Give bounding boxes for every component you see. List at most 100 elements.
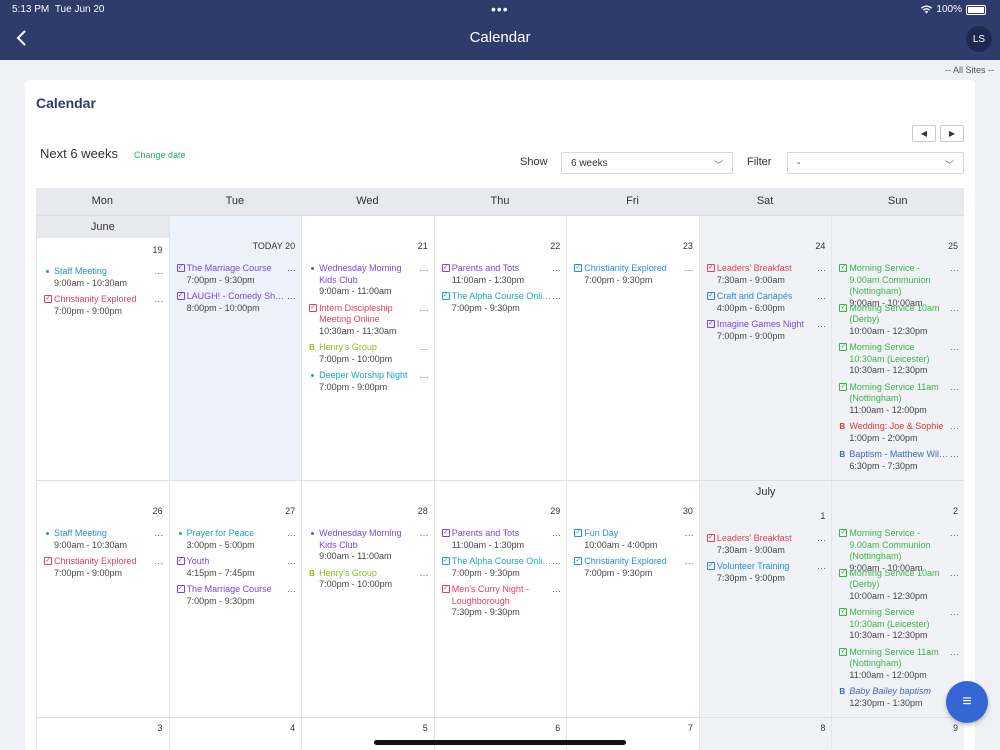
calendar-day[interactable]: June 19 Staff Meeting 9:00am - 10:30am... ✓ C… <box>36 216 169 480</box>
event-title[interactable]: Christianity Explored <box>574 263 694 275</box>
more-options-icon[interactable]: ... <box>950 449 959 461</box>
calendar-event[interactable]: Wednesday Morning Kids Club 9:00am - 11:0… <box>309 528 429 563</box>
event-title[interactable]: Morning Service 10am (Derby) <box>839 568 959 591</box>
calendar-day[interactable]: 3 <box>36 718 169 750</box>
calendar-event[interactable]: ✓ Christianity Explored 7:00pm - 9:00pm... <box>44 556 164 579</box>
event-title[interactable]: Morning Service - 9.00am Communion (Nott… <box>839 263 959 298</box>
event-title[interactable]: Deeper Worship Night <box>309 370 429 382</box>
calendar-event[interactable]: ✓ The Alpha Course Online... 7:00pm - 9:30… <box>441 556 562 579</box>
event-title[interactable]: Leaders' Breakfast <box>707 533 827 545</box>
next-button[interactable]: ▶ <box>940 125 964 142</box>
calendar-day[interactable]: 24 ✓ Leaders' Breakfast 7:30am - 9:00am... ✓… <box>698 216 832 480</box>
calendar-event[interactable]: ✓ Morning Service 11am (Nottingham) 11:00a… <box>839 382 959 417</box>
more-options-icon[interactable]: ... <box>950 568 959 580</box>
calendar-day[interactable]: 6 <box>433 718 567 750</box>
event-title[interactable]: Staff Meeting <box>44 266 164 278</box>
more-options-icon[interactable]: ... <box>685 528 694 540</box>
more-options-icon[interactable]: ... <box>287 584 296 596</box>
more-options-icon[interactable]: ... <box>950 421 959 433</box>
previous-button[interactable]: ◀ <box>912 125 936 142</box>
calendar-event[interactable]: ✓ Intern Discipleship Meeting Online 10:30… <box>309 303 429 338</box>
calendar-day[interactable]: 29 ✓ Parents and Tots 11:00am - 1:30pm... ✓ T… <box>433 481 567 717</box>
more-options-icon[interactable]: ... <box>552 263 561 275</box>
event-title[interactable]: Morning Service 10:30am (Leicester) <box>839 342 959 365</box>
event-title[interactable]: Christianity Explored <box>574 556 694 568</box>
more-options-icon[interactable]: ... <box>950 303 959 315</box>
event-title[interactable]: Morning Service - 9.00am Communion (Nott… <box>839 528 959 563</box>
event-title[interactable]: Imagine Games Night <box>707 319 827 331</box>
event-title[interactable]: LAUGH! - Comedy Show... <box>177 291 297 303</box>
calendar-event[interactable]: BBaby Bailey baptism12:30pm - 1:30pm... <box>839 686 959 709</box>
more-options-icon[interactable]: ... <box>950 342 959 354</box>
event-title[interactable]: Morning Service 11am (Nottingham) <box>839 382 959 405</box>
more-options-icon[interactable]: ... <box>950 528 959 540</box>
event-title[interactable]: Parents and Tots <box>442 528 562 540</box>
more-options-icon[interactable]: ... <box>817 291 826 303</box>
more-options-icon[interactable]: ... <box>817 263 826 275</box>
calendar-event[interactable]: B Henry's Group 7:00pm - 10:00pm... <box>309 568 429 591</box>
more-options-icon[interactable]: ... <box>950 607 959 619</box>
more-options-icon[interactable]: ... <box>817 533 826 545</box>
calendar-event[interactable]: ✓ Imagine Games Night 7:00pm - 9:00pm... <box>706 319 827 342</box>
calendar-day[interactable]: TODAY 20 ✓ The Marriage Course 7:00pm - 9:3… <box>168 216 302 480</box>
calendar-day[interactable]: 7 <box>566 718 699 750</box>
event-title[interactable]: Youth <box>177 556 297 568</box>
calendar-day[interactable]: 21 Wednesday Morning Kids Club 9:00am - 11… <box>301 216 434 480</box>
event-title[interactable]: Craft and Canapés <box>707 291 827 303</box>
back-chevron-icon[interactable] <box>12 28 32 48</box>
calendar-event[interactable]: ✓ Men's Curry Night - Loughborough 7:30pm … <box>441 584 562 619</box>
more-options-icon[interactable]: ... <box>685 263 694 275</box>
change-date-link[interactable]: Change date <box>134 150 186 160</box>
calendar-event[interactable]: ✓ Morning Service 11am (Nottingham) 11:00a… <box>839 647 959 682</box>
calendar-event[interactable]: Wednesday Morning Kids Club 9:00am - 11:0… <box>309 263 429 298</box>
event-title[interactable]: Staff Meeting <box>44 528 164 540</box>
home-indicator[interactable] <box>374 740 626 745</box>
event-title[interactable]: Volunteer Training <box>707 561 827 573</box>
more-options-icon[interactable]: ... <box>287 528 296 540</box>
more-options-icon[interactable]: ... <box>287 291 296 303</box>
calendar-event[interactable]: Staff Meeting 9:00am - 10:30am... <box>44 528 164 551</box>
more-options-icon[interactable]: ... <box>420 370 429 382</box>
event-title[interactable]: Morning Service 10:30am (Leicester) <box>839 607 959 630</box>
calendar-day[interactable]: 30 ✓ Fun Day 10:00am - 4:00pm... ✓ Christiani… <box>566 481 699 717</box>
event-title[interactable]: Men's Curry Night - Loughborough <box>442 584 562 607</box>
calendar-event[interactable]: ✓ Morning Service 10:30am (Leicester) 10:3… <box>839 342 959 377</box>
calendar-day[interactable]: 5 <box>301 718 434 750</box>
calendar-day[interactable]: 27 Prayer for Peace 3:00pm - 5:00pm... ✓ You… <box>168 481 302 717</box>
more-options-icon[interactable]: ... <box>155 528 164 540</box>
event-title[interactable]: Wednesday Morning Kids Club <box>309 528 429 551</box>
calendar-event[interactable]: ✓ Fun Day 10:00am - 4:00pm... <box>574 528 694 551</box>
calendar-event[interactable]: ✓ Youth 4:15pm - 7:45pm... <box>176 556 297 579</box>
event-title[interactable]: The Marriage Course <box>177 263 297 275</box>
event-title[interactable]: Baby Bailey baptism <box>839 686 959 698</box>
event-title[interactable]: The Alpha Course Online... <box>442 291 562 303</box>
more-options-icon[interactable]: ... <box>420 528 429 540</box>
event-title[interactable]: Leaders' Breakfast <box>707 263 827 275</box>
more-options-icon[interactable]: ... <box>420 342 429 354</box>
calendar-event[interactable]: ✓ Morning Service 10am (Derby) 10:00am - 1… <box>839 303 959 338</box>
more-options-icon[interactable]: ... <box>817 561 826 573</box>
event-title[interactable]: Christianity Explored <box>44 294 164 306</box>
event-title[interactable]: Wednesday Morning Kids Club <box>309 263 429 286</box>
more-options-icon[interactable]: ... <box>552 556 561 568</box>
more-options-icon[interactable]: ... <box>420 568 429 580</box>
more-options-icon[interactable]: ... <box>287 263 296 275</box>
more-options-icon[interactable]: ... <box>287 556 296 568</box>
calendar-event[interactable]: ✓ Christianity Explored 7:00pm - 9:00pm... <box>44 294 164 317</box>
calendar-day[interactable]: 22 ✓ Parents and Tots 11:00am - 1:30pm... ✓ T… <box>433 216 567 480</box>
calendar-event[interactable]: ✓ Morning Service 10am (Derby) 10:00am - 1… <box>839 568 959 603</box>
calendar-event[interactable]: ✓ Parents and Tots 11:00am - 1:30pm... <box>441 528 562 551</box>
calendar-event[interactable]: ✓ Craft and Canapés 4:00pm - 6:00pm... <box>706 291 827 314</box>
site-selector[interactable]: -- All Sites -- <box>945 65 994 75</box>
more-options-icon[interactable]: ... <box>155 556 164 568</box>
event-title[interactable]: Fun Day <box>574 528 694 540</box>
calendar-event[interactable]: ✓ The Marriage Course 7:00pm - 9:30pm... <box>176 263 297 286</box>
calendar-event[interactable]: ✓ LAUGH! - Comedy Show... 8:00pm - 10:00pm… <box>176 291 297 314</box>
calendar-event[interactable]: Staff Meeting 9:00am - 10:30am... <box>44 266 164 289</box>
event-title[interactable]: Prayer for Peace <box>177 528 297 540</box>
calendar-event[interactable]: B Wedding: Joe & Sophie 1:00pm - 2:00pm... <box>839 421 959 444</box>
calendar-event[interactable]: ✓ Volunteer Training 7:30pm - 9:00pm... <box>706 561 827 584</box>
calendar-day[interactable]: 25 ✓ Morning Service - 9.00am Communion (N… <box>831 216 964 480</box>
calendar-event[interactable]: B Baptism - Matthew Wilson 6:30pm - 7:30pm… <box>839 449 959 472</box>
more-options-icon[interactable]: ... <box>155 294 164 306</box>
